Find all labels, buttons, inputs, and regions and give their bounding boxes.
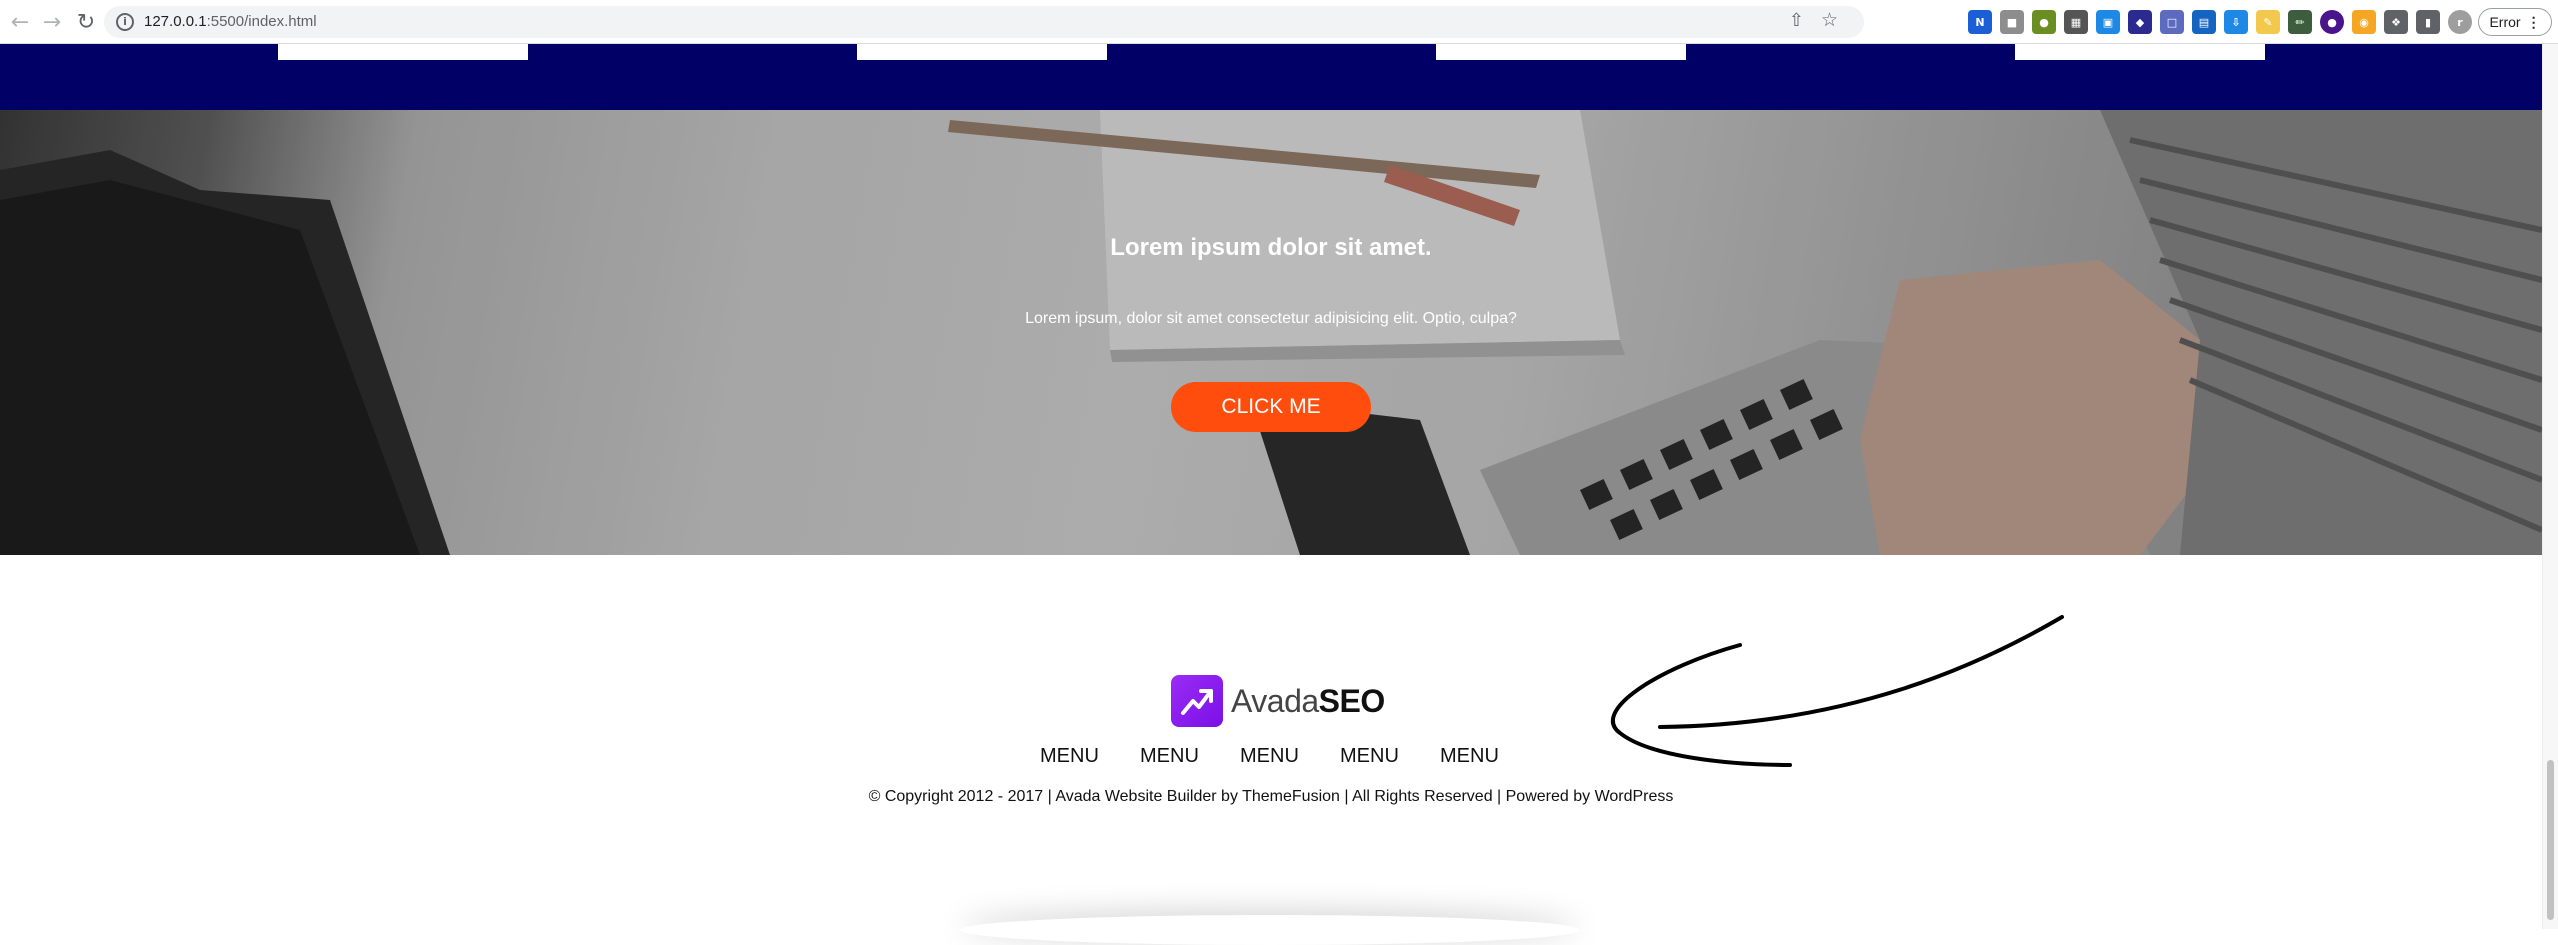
navy-section: [0, 44, 2542, 110]
avatar-letter: r: [2457, 15, 2463, 29]
address-bar[interactable]: i 127.0.0.1:5500/index.html ⇧ ☆: [104, 6, 1864, 38]
extension-icon[interactable]: N: [1968, 10, 1992, 34]
service-card: [2015, 44, 2265, 60]
url-text[interactable]: 127.0.0.1:5500/index.html: [144, 13, 317, 30]
hero-section: Lorem ipsum dolor sit amet. Lorem ipsum,…: [0, 110, 2542, 555]
footer-menu-item[interactable]: MENU: [1140, 745, 1210, 768]
extension-icon[interactable]: □: [2160, 10, 2184, 34]
extension-icon[interactable]: ●: [2320, 10, 2344, 34]
footer-menu-item[interactable]: MENU: [1240, 745, 1310, 768]
browser-toolbar: ← → ↻ i 127.0.0.1:5500/index.html ⇧ ☆ N …: [0, 0, 2558, 44]
footer-menu-item[interactable]: MENU: [1040, 745, 1110, 768]
puzzle-icon[interactable]: ❖: [2384, 10, 2408, 34]
scrollbar-thumb[interactable]: [2547, 760, 2554, 920]
logo-text-bold: SEO: [1318, 682, 1386, 719]
download-icon[interactable]: ⇩: [2224, 10, 2248, 34]
error-button[interactable]: Error ⋮: [2478, 8, 2552, 36]
more-vertical-icon: ⋮: [2526, 13, 2541, 30]
back-arrow-icon[interactable]: ←: [6, 8, 34, 36]
service-card: [857, 44, 1107, 60]
eyedropper-icon[interactable]: ✏: [2288, 10, 2312, 34]
footer-menu-item[interactable]: MENU: [1340, 745, 1410, 768]
star-icon[interactable]: ☆: [1821, 9, 1838, 31]
error-label: Error: [2489, 14, 2521, 30]
avada-seo-logo[interactable]: AvadaSEO: [1171, 675, 1385, 727]
url-host: 127.0.0.1: [144, 13, 207, 30]
logo-text-regular: Avada: [1231, 682, 1319, 719]
hero-title: Lorem ipsum dolor sit amet.: [1110, 234, 1432, 261]
service-card: [1436, 44, 1686, 60]
hero-overlay: [0, 110, 2542, 555]
extension-icon[interactable]: ■: [2000, 10, 2024, 34]
extension-icon[interactable]: ▤: [2192, 10, 2216, 34]
extensions-bar: N ■ ● ▦ ▣ ◆ □ ▤ ⇩ ✎ ✏ ● ◉ ❖ ▮ r: [1968, 10, 2472, 34]
footer-menu: MENU MENU MENU MENU MENU: [1040, 745, 1510, 768]
logo-wordmark: AvadaSEO: [1231, 683, 1385, 720]
floating-panel-shadow: [960, 915, 1580, 945]
pen-icon[interactable]: ✎: [2256, 10, 2280, 34]
hero-text: Lorem ipsum, dolor sit amet consectetur …: [1025, 310, 1517, 327]
trend-up-icon: [1171, 675, 1223, 727]
hand-drawn-arrow: [1611, 615, 2064, 767]
extension-icon[interactable]: ◉: [2352, 10, 2376, 34]
info-icon[interactable]: i: [116, 13, 134, 31]
url-path: :5500/index.html: [206, 13, 317, 30]
qr-code-icon[interactable]: ▦: [2064, 10, 2088, 34]
reload-icon[interactable]: ↻: [72, 8, 100, 36]
avatar[interactable]: r: [2448, 10, 2472, 34]
copyright-text: © Copyright 2012 - 2017 | Avada Website …: [868, 788, 1674, 805]
service-card: [278, 44, 528, 60]
footer-menu-item[interactable]: MENU: [1440, 745, 1510, 768]
extension-icon[interactable]: ●: [2032, 10, 2056, 34]
footer: AvadaSEO MENU MENU MENU MENU MENU © Copy…: [0, 555, 2542, 929]
click-me-button[interactable]: CLICK ME: [1171, 382, 1371, 432]
share-icon[interactable]: ⇧: [1789, 10, 1804, 31]
extension-icon[interactable]: ▣: [2096, 10, 2120, 34]
sidebar-icon[interactable]: ▮: [2416, 10, 2440, 34]
layers-icon[interactable]: ◆: [2128, 10, 2152, 34]
forward-arrow-icon[interactable]: →: [38, 8, 66, 36]
